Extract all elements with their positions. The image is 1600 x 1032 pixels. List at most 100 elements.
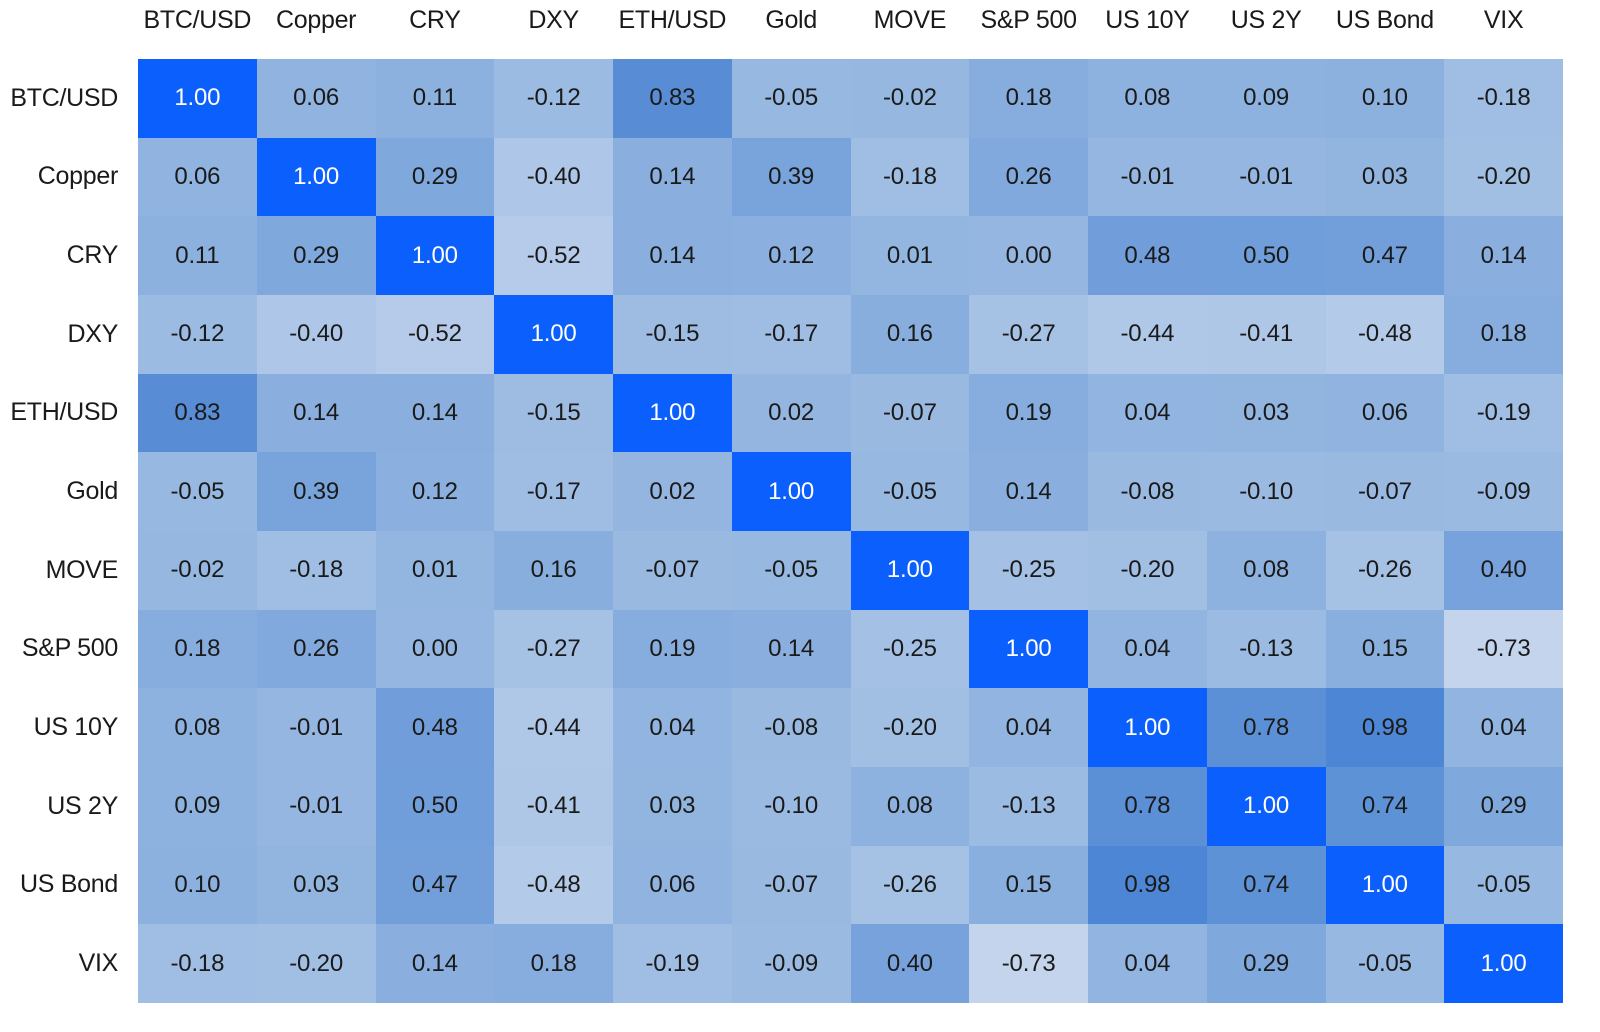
heatmap-cell: -0.02 <box>138 530 257 610</box>
heatmap-cell: 0.10 <box>138 845 257 925</box>
column-header: BTC/USD <box>143 6 252 34</box>
heatmap-cell: 1.00 <box>1206 766 1326 846</box>
heatmap-cell: 0.18 <box>138 609 257 689</box>
row-header: MOVE <box>45 555 119 584</box>
heatmap-cell: 1.00 <box>1088 688 1207 767</box>
heatmap-cell: 0.74 <box>1206 845 1326 925</box>
heatmap-cell: 0.29 <box>1444 766 1563 846</box>
heatmap-cell: 0.11 <box>138 216 257 295</box>
heatmap-cell: 0.08 <box>1088 59 1207 138</box>
heatmap-cell: -0.73 <box>1444 609 1563 689</box>
column-header: US 2Y <box>1230 6 1302 34</box>
row-header-column: BTC/USD Copper CRY DXY ETH/USD Gold MOVE S&P 50… <box>0 59 128 1003</box>
heatmap-cell: 1.00 <box>256 137 376 217</box>
heatmap-cell: -0.48 <box>494 845 613 925</box>
heatmap-cell: 0.14 <box>375 924 495 1003</box>
heatmap-cell: -0.05 <box>731 530 851 610</box>
heatmap-cell: 0.16 <box>494 530 613 610</box>
column-header: ETH/USD <box>618 6 727 34</box>
heatmap-cell: -0.41 <box>494 766 613 846</box>
heatmap-cell: -0.08 <box>1088 452 1207 531</box>
heatmap-cell: -0.02 <box>850 59 970 138</box>
heatmap-cell: 0.01 <box>375 530 495 610</box>
heatmap-cell: -0.48 <box>1325 294 1445 374</box>
heatmap-cell: -0.07 <box>731 845 851 925</box>
row-header: VIX <box>78 949 119 978</box>
heatmap-cell: 0.16 <box>850 294 970 374</box>
heatmap-cell: -0.07 <box>850 373 970 453</box>
heatmap-cell: 0.83 <box>138 373 257 453</box>
heatmap-cell: 0.50 <box>1206 216 1326 295</box>
heatmap-cell: 0.26 <box>256 609 376 689</box>
column-header: MOVE <box>873 6 947 34</box>
heatmap-cell: 0.14 <box>969 452 1088 531</box>
heatmap-cell: -0.27 <box>494 609 613 689</box>
column-header: Gold <box>765 6 817 34</box>
heatmap-cell: -0.05 <box>731 59 851 138</box>
heatmap-cell: -0.05 <box>850 452 970 531</box>
heatmap-cell: -0.19 <box>613 924 732 1003</box>
heatmap-cell: -0.40 <box>256 294 376 374</box>
heatmap-cell: -0.07 <box>1325 452 1445 531</box>
heatmap-cell: -0.18 <box>138 924 257 1003</box>
heatmap-cell: 1.00 <box>731 452 851 531</box>
heatmap-cell: -0.52 <box>494 216 613 295</box>
row-header: Copper <box>37 162 119 191</box>
heatmap-cell: 0.47 <box>375 845 495 925</box>
heatmap-cell: 0.09 <box>1206 59 1326 138</box>
heatmap-cell: 0.03 <box>1206 373 1326 453</box>
heatmap-cell: -0.05 <box>1325 924 1445 1003</box>
heatmap-cell: 0.03 <box>613 766 732 846</box>
heatmap-cell: 0.10 <box>1325 59 1445 138</box>
heatmap-cell: 0.03 <box>1325 137 1445 217</box>
heatmap-cell: -0.01 <box>256 766 376 846</box>
heatmap-cell: 0.08 <box>850 766 970 846</box>
row-header: Gold <box>66 477 118 506</box>
heatmap-cell: -0.20 <box>1444 137 1563 217</box>
heatmap-cell: 0.40 <box>850 924 970 1003</box>
heatmap-cell: 0.98 <box>1325 688 1445 767</box>
heatmap-cell: 0.50 <box>375 766 495 846</box>
heatmap-cell: -0.01 <box>256 688 376 767</box>
heatmap-cell: -0.27 <box>969 294 1088 374</box>
column-header: Copper <box>276 6 357 34</box>
heatmap-cell: -0.17 <box>494 452 613 531</box>
heatmap-cell: -0.08 <box>731 688 851 767</box>
heatmap-cell: 0.39 <box>256 452 376 531</box>
heatmap-cell: 1.00 <box>1444 924 1563 1003</box>
heatmap-cell: 0.98 <box>1088 845 1207 925</box>
heatmap-cell: 0.09 <box>138 766 257 846</box>
row-header: US 10Y <box>33 713 119 742</box>
row-header: BTC/USD <box>10 83 118 112</box>
heatmap-cell: 0.29 <box>256 216 376 295</box>
heatmap-cell: -0.41 <box>1206 294 1326 374</box>
row-header: DXY <box>67 319 118 348</box>
heatmap-cell: 0.40 <box>1444 530 1563 610</box>
heatmap-cell: -0.26 <box>1325 530 1445 610</box>
row-header: CRY <box>66 241 119 270</box>
heatmap-cell: 1.00 <box>850 530 970 610</box>
heatmap-cell: 0.18 <box>969 59 1088 138</box>
heatmap-cell: 0.78 <box>1206 688 1326 767</box>
heatmap-cell: -0.26 <box>850 845 970 925</box>
heatmap-cell: 0.14 <box>613 216 732 295</box>
heatmap-cell: 0.04 <box>1444 688 1563 767</box>
heatmap-cell: -0.20 <box>1088 530 1207 610</box>
heatmap-cell: -0.13 <box>1206 609 1326 689</box>
heatmap-cell: 0.00 <box>375 609 495 689</box>
heatmap-cell: 0.02 <box>731 373 851 453</box>
heatmap-cell: 0.29 <box>375 137 495 217</box>
heatmap-cell: -0.73 <box>969 924 1088 1003</box>
heatmap-cell: 0.14 <box>731 609 851 689</box>
heatmap-cell: 0.06 <box>613 845 732 925</box>
heatmap-cell: -0.25 <box>969 530 1088 610</box>
heatmap-cell: 0.14 <box>256 373 376 453</box>
row-header: US Bond <box>20 870 118 899</box>
heatmap-cell: 0.19 <box>613 609 732 689</box>
heatmap-cell: 0.06 <box>256 59 376 138</box>
heatmap-cell: 0.04 <box>1088 373 1207 453</box>
heatmap-matrix: 1.00 0.06 0.11 -0.12 0.83 -0.05 -0.02 0.18 0.08 0… <box>138 59 1563 1003</box>
column-header-row: BTC/USD Copper CRY DXY ETH/USD Gold MOVE S&P 50… <box>138 0 1563 59</box>
heatmap-cell: -0.25 <box>850 609 970 689</box>
row-header: S&P 500 <box>21 634 118 663</box>
